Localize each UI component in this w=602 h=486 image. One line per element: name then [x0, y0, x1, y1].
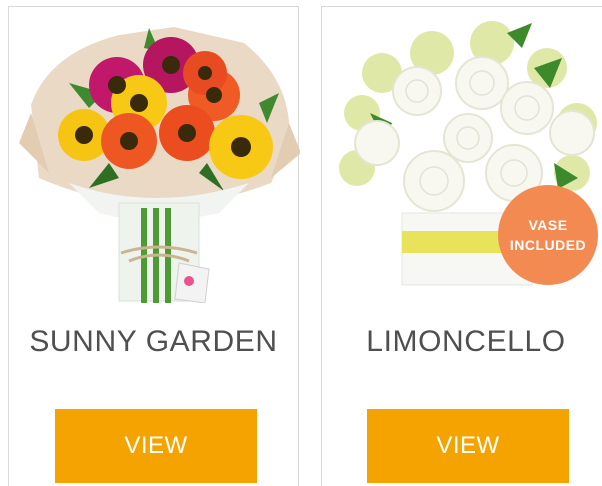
- product-card-limoncello[interactable]: VASE INCLUDED LIMONCELLO VIEW: [321, 6, 602, 486]
- badge-line-1: VASE: [528, 217, 568, 233]
- product-card-sunny-garden[interactable]: SUNNY GARDEN VIEW: [8, 6, 300, 486]
- product-name: LIMONCELLO: [366, 325, 566, 358]
- view-button[interactable]: VIEW: [55, 409, 257, 483]
- product-image[interactable]: [9, 13, 300, 303]
- vase-included-badge: VASE INCLUDED: [498, 185, 598, 285]
- badge-line-2: INCLUDED: [509, 237, 587, 253]
- product-name: SUNNY GARDEN: [29, 325, 278, 358]
- view-button[interactable]: VIEW: [367, 409, 569, 483]
